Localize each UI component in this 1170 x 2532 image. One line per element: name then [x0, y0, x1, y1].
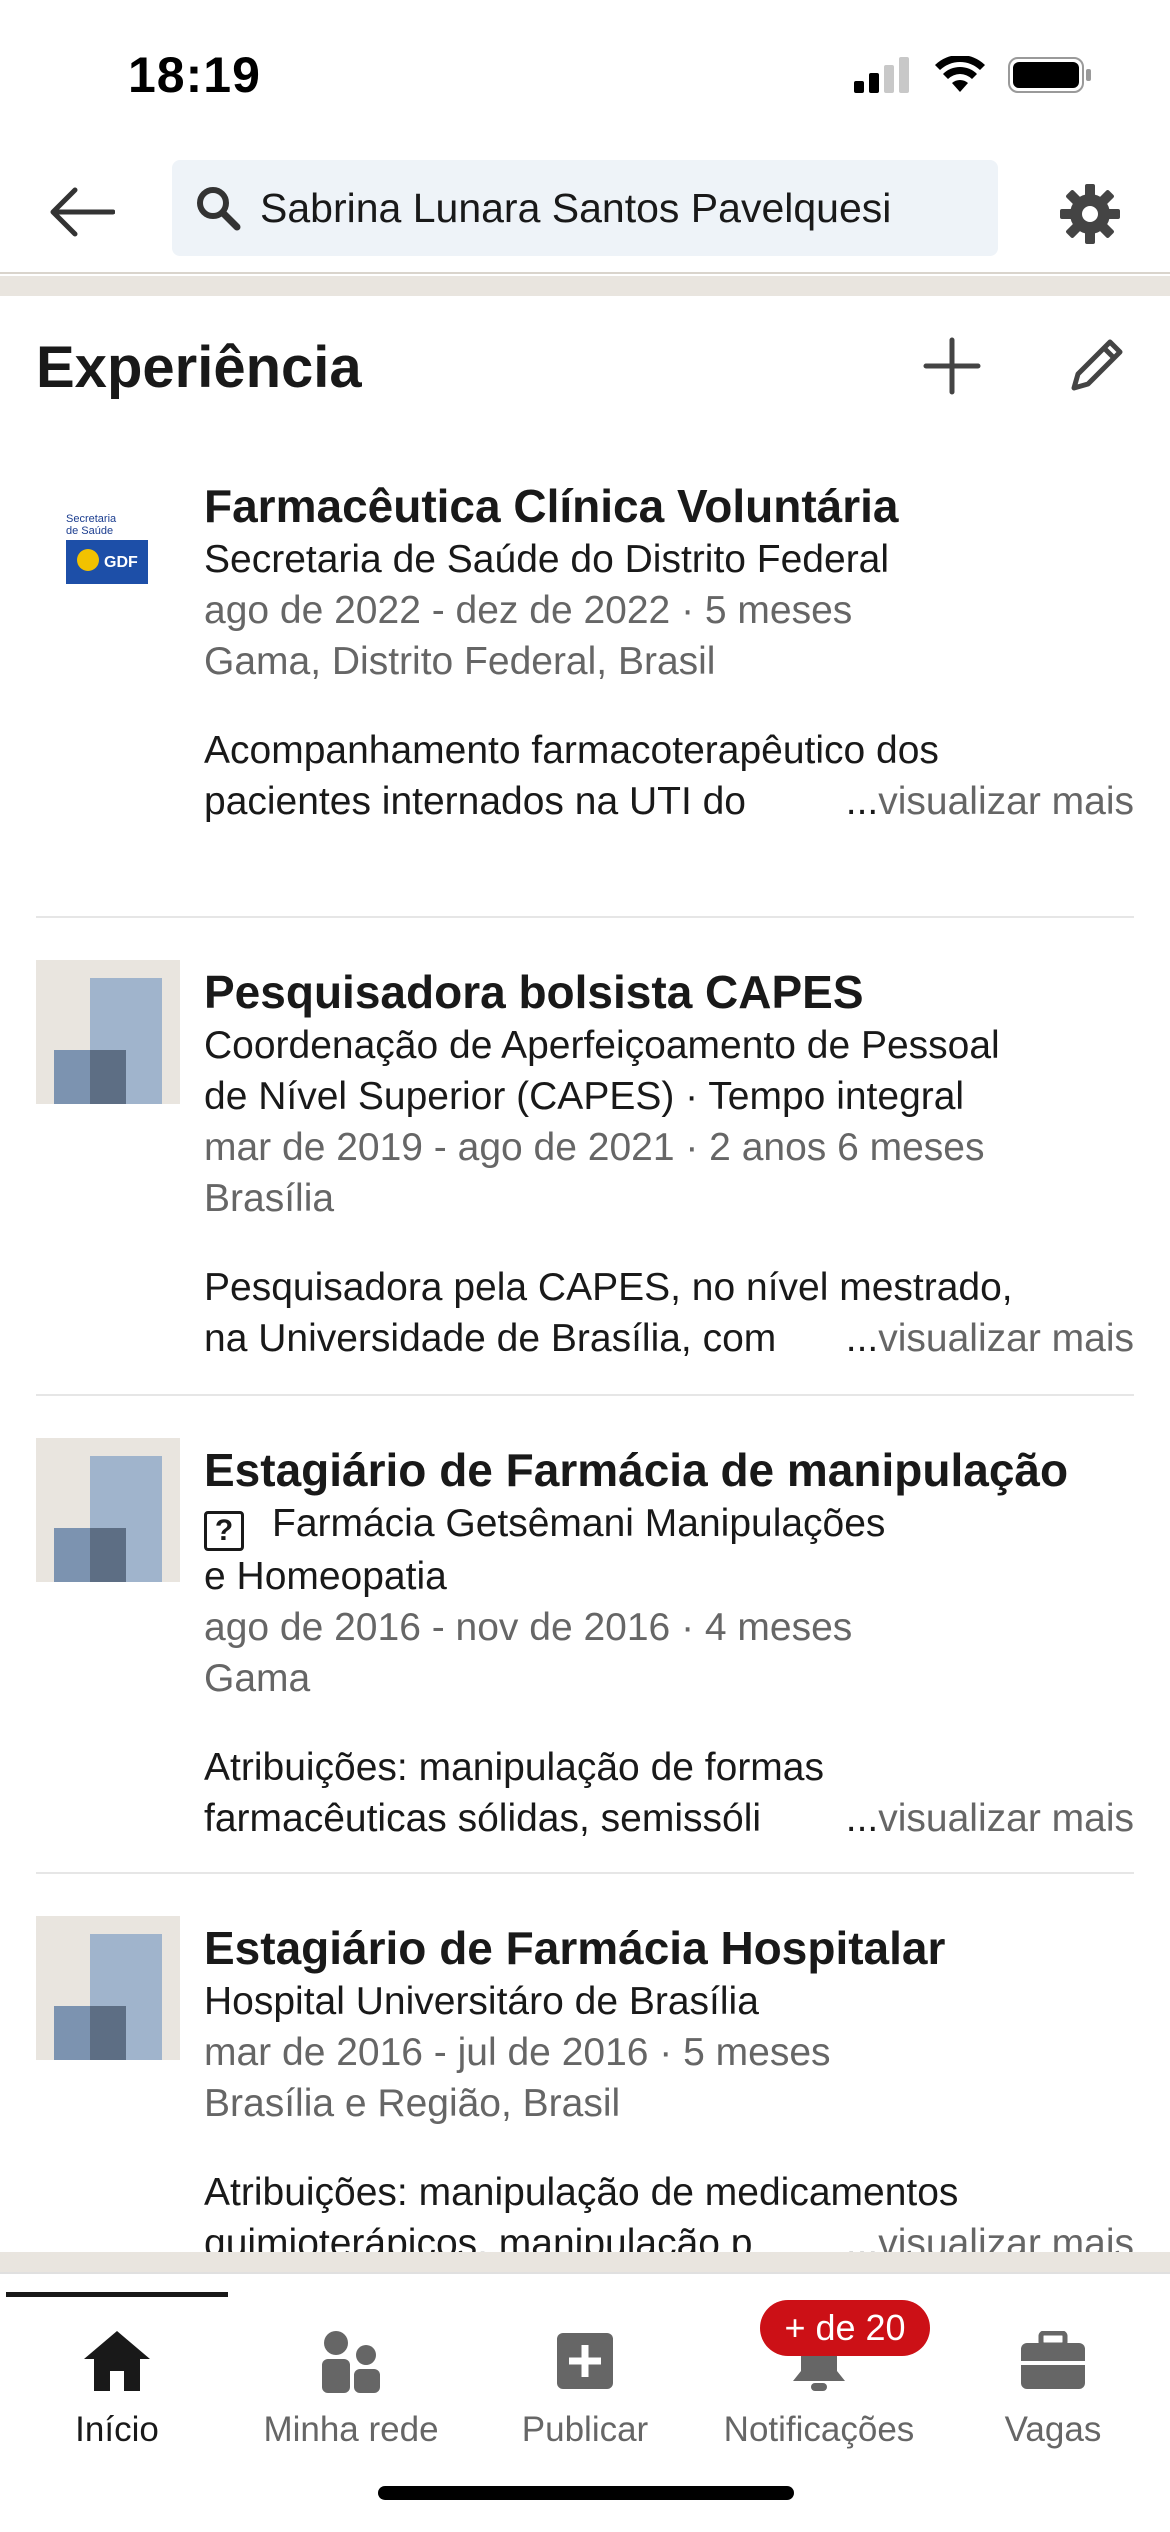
plus-icon — [923, 337, 981, 395]
back-button[interactable] — [44, 174, 120, 250]
cellular-signal-icon — [854, 57, 909, 93]
network-icon — [316, 2326, 386, 2396]
wifi-icon — [935, 56, 985, 92]
experience-title: Estagiário de Farmácia Hospitalar — [204, 1922, 946, 1974]
company-name: Coordenação de Aperfeiçoamento de Pessoa… — [204, 1024, 1000, 1067]
nav-post[interactable]: Publicar — [468, 2300, 702, 2450]
experience-item[interactable]: Secretaria de Saúde GDF Farmacêutica Clí… — [0, 474, 1170, 918]
experience-location: Gama, Distrito Federal, Brasil — [204, 640, 716, 683]
gear-icon — [1060, 184, 1120, 244]
experience-description: Acompanhamento farmacoterapêutico dos pa… — [204, 725, 1170, 827]
experience-title: Estagiário de Farmácia de manipulação — [204, 1444, 1069, 1496]
section-divider — [0, 2252, 1170, 2272]
post-icon — [550, 2326, 620, 2396]
nav-label: Publicar — [521, 2410, 649, 2449]
status-bar: 18:19 — [0, 0, 1170, 150]
company-logo-placeholder — [36, 960, 180, 1104]
search-bar[interactable]: Sabrina Lunara Santos Pavelquesi — [172, 160, 998, 256]
experience-title: Farmacêutica Clínica Voluntária — [204, 480, 899, 532]
see-more-link[interactable]: ...visualizar mais — [845, 1793, 1134, 1844]
see-more-link[interactable]: ...visualizar mais — [845, 1313, 1134, 1364]
notification-count-badge: + de 20 — [760, 2300, 930, 2356]
company-name-continued: e Homeopatia — [204, 1555, 447, 1598]
company-logo-placeholder — [36, 1438, 180, 1582]
search-icon — [192, 182, 244, 234]
company-name: Hospital Universitáro de Brasília — [204, 1980, 759, 2023]
company-name-continued: de Nível Superior (CAPES) · Tempo integr… — [204, 1075, 965, 1118]
svg-text:de Saúde: de Saúde — [66, 525, 113, 537]
search-header: Sabrina Lunara Santos Pavelquesi — [0, 150, 1170, 274]
add-experience-button[interactable] — [912, 326, 992, 406]
company-logo: Secretaria de Saúde GDF — [36, 480, 180, 624]
svg-text:GDF: GDF — [104, 554, 138, 571]
status-icons — [854, 56, 1092, 94]
nav-label: Minha rede — [263, 2410, 439, 2449]
home-icon — [82, 2326, 152, 2396]
experience-dates: mar de 2016 - jul de 2016 · 5 meses — [204, 2031, 831, 2074]
experience-title: Pesquisadora bolsista CAPES — [204, 966, 864, 1018]
unknown-company-icon: ? — [204, 1511, 244, 1551]
experience-description: Pesquisadora pela CAPES, no nível mestra… — [204, 1262, 1170, 1364]
home-indicator — [378, 2486, 794, 2500]
experience-dates: ago de 2022 - dez de 2022 · 5 meses — [204, 589, 853, 632]
section-divider — [0, 276, 1170, 296]
experience-dates: ago de 2016 - nov de 2016 · 4 meses — [204, 1606, 853, 1649]
nav-label: Vagas — [1004, 2410, 1102, 2449]
briefcase-icon — [1018, 2326, 1088, 2396]
experience-item[interactable]: Estagiário de Farmácia de manipulação ? F… — [0, 1396, 1170, 1874]
company-name: Secretaria de Saúde do Distrito Federal — [204, 538, 890, 581]
company-logo-placeholder — [36, 1916, 180, 2060]
experience-description: Atribuições: manipulação de formas farma… — [204, 1742, 1170, 1844]
see-more-link[interactable]: ...visualizar mais — [845, 776, 1134, 827]
back-arrow-icon — [50, 187, 115, 237]
section-title: Experiência — [36, 335, 362, 400]
status-time: 18:19 — [128, 47, 261, 103]
active-tab-indicator — [6, 2292, 228, 2297]
experience-location: Gama — [204, 1657, 311, 1700]
company-name: ? Farmácia Getsêmani Manipulações — [204, 1498, 1170, 1551]
experience-location: Brasília — [204, 1177, 335, 1220]
pencil-icon — [1071, 339, 1123, 391]
svg-text:Secretaria: Secretaria — [66, 513, 117, 525]
nav-my-network[interactable]: Minha rede — [234, 2300, 468, 2450]
experience-dates: mar de 2019 - ago de 2021 · 2 anos 6 mes… — [204, 1126, 985, 1169]
nav-label: Início — [75, 2410, 159, 2449]
nav-home[interactable]: Início — [0, 2300, 234, 2450]
nav-jobs[interactable]: Vagas — [936, 2300, 1170, 2450]
experience-item[interactable]: Estagiário de Farmácia Hospitalar Hospit… — [0, 1874, 1170, 2314]
search-input[interactable]: Sabrina Lunara Santos Pavelquesi — [260, 185, 891, 232]
settings-button[interactable] — [1050, 174, 1130, 254]
experience-list: Secretaria de Saúde GDF Farmacêutica Clí… — [0, 474, 1170, 2314]
nav-label: Notificações — [723, 2410, 915, 2449]
experience-item[interactable]: Pesquisadora bolsista CAPES Coordenação … — [0, 918, 1170, 1396]
edit-experience-button[interactable] — [1056, 326, 1136, 406]
experience-location: Brasília e Região, Brasil — [204, 2082, 621, 2125]
experience-section: Experiência Secretaria de Saúde GDF Farm… — [0, 296, 1170, 2269]
battery-icon — [1008, 57, 1091, 93]
